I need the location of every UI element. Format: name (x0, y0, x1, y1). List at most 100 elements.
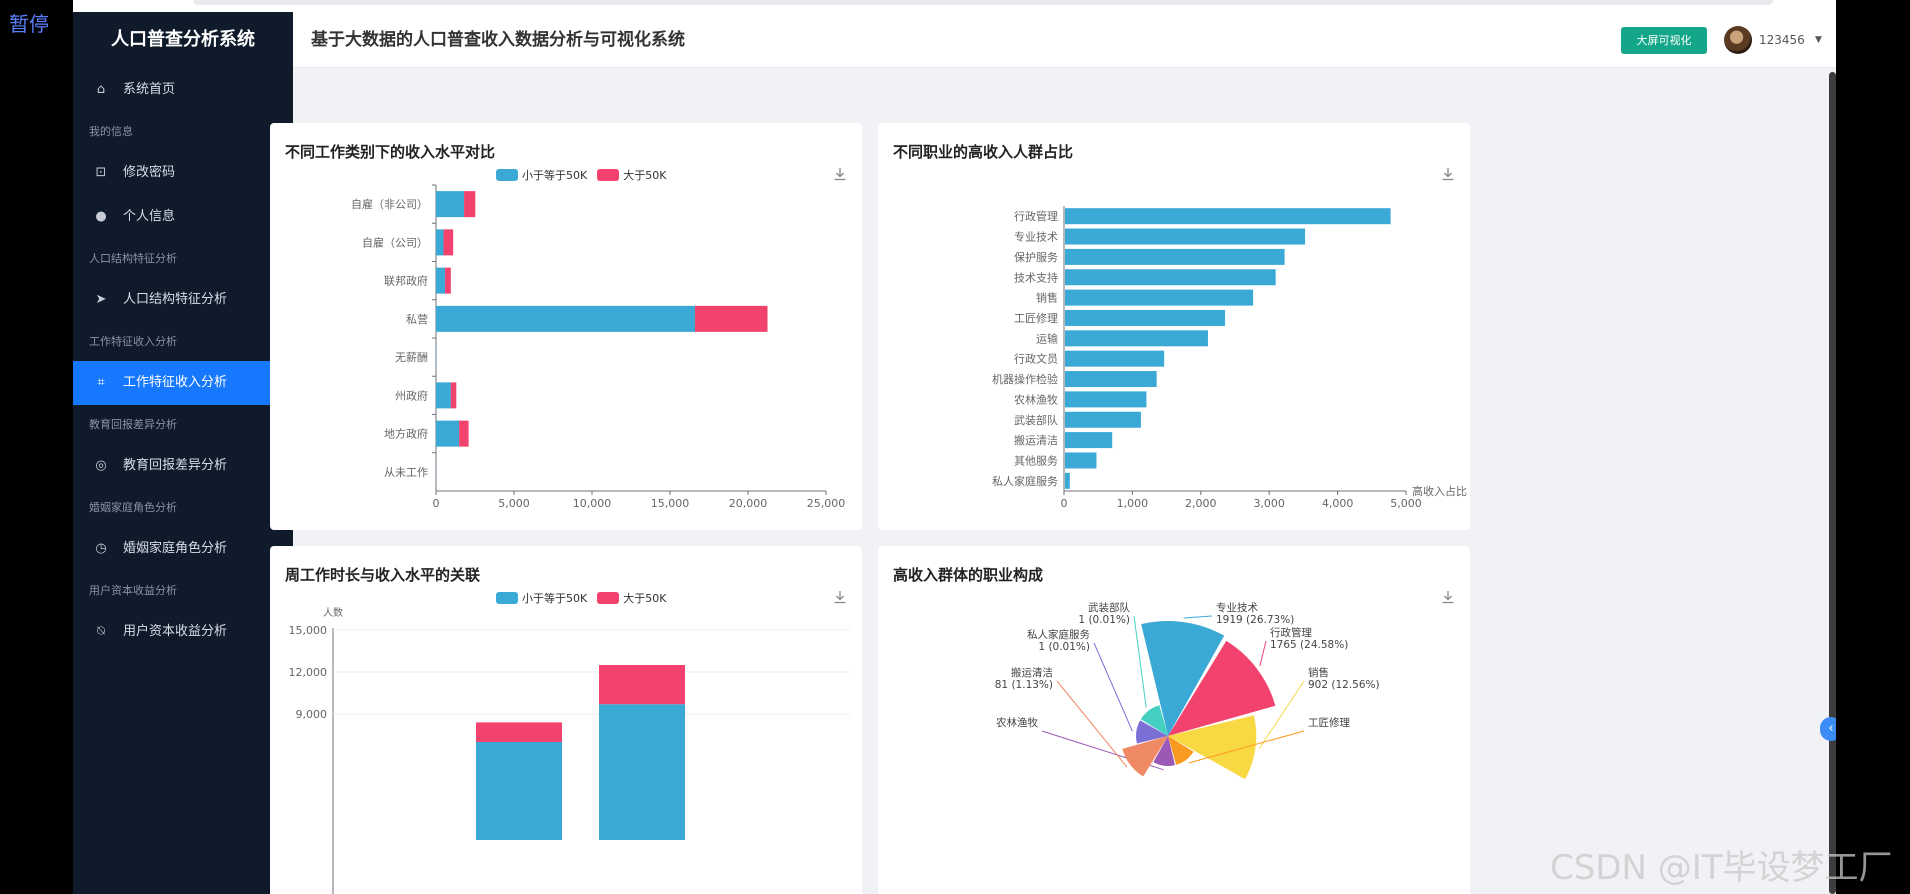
bar (1065, 208, 1391, 225)
sidebar-item[interactable]: ➤ 人口结构特征分析 (73, 278, 293, 322)
label-leader (1188, 730, 1305, 764)
chart-title: 周工作时长与收入水平的关联 (285, 566, 481, 584)
y-tick-label: 销售 (1036, 291, 1058, 305)
slice-label: 农林渔牧 (996, 716, 1038, 729)
username[interactable]: 123456 (1759, 12, 1805, 68)
sidebar-item-label: 教育回报差异分析 (123, 458, 228, 473)
legend-item-low[interactable]: 小于等于50K (496, 167, 587, 183)
chart-title: 高收入群体的职业构成 (893, 566, 1044, 584)
download-icon[interactable] (832, 166, 848, 182)
chart-card-high-income-occupations: 高收入群体的职业构成 专业技术 1919 (26.73%) 行政管理 1765 (24… (878, 546, 1470, 894)
sidebar-item[interactable]: ◎ 教育回报差异分析 (73, 444, 293, 488)
x-tick-label: 5,000 (1390, 497, 1422, 510)
scrollbar[interactable] (1829, 72, 1836, 894)
y-tick-label: 州政府 (395, 388, 428, 402)
slice-label: 81 (1.13%) (995, 679, 1053, 691)
bar-segment (464, 191, 476, 218)
slice-label: 销售 (1308, 666, 1329, 679)
sidebar-item[interactable]: ◷ 婚姻家庭角色分析 (73, 527, 293, 571)
y-tick-label: 地方政府 (384, 427, 428, 441)
y-tick-label: 从未工作 (384, 466, 428, 479)
address-bar[interactable] (193, 0, 1773, 5)
chart-title: 不同工作类别下的收入水平对比 (285, 143, 496, 161)
slice-label: 902 (12.56%) (1308, 679, 1380, 691)
download-icon[interactable] (1440, 166, 1456, 182)
legend-item-low[interactable]: 小于等于50K (496, 590, 587, 606)
menu-group-label: 教育回报差异分析 (89, 418, 177, 431)
x-tick-label: 15,000 (651, 497, 690, 510)
browser-strip (73, 0, 1836, 12)
y-tick-label: 工匠修理 (1014, 311, 1058, 325)
bar (1065, 371, 1157, 388)
bar (1065, 330, 1208, 347)
slice-label: 1765 (24.58%) (1270, 639, 1348, 651)
bar-segment (694, 305, 768, 332)
pie-slice (1136, 720, 1168, 744)
bar (1065, 350, 1165, 367)
y-tick-label: 自雇（公司） (362, 235, 428, 249)
chart-legend: 小于等于50K 大于50K (496, 590, 666, 606)
legend-item-high[interactable]: 大于50K (597, 167, 666, 183)
bar-segment (450, 382, 457, 409)
slice-label: 工匠修理 (1308, 716, 1350, 729)
sidebar-item[interactable]: ⊡ 修改密码 (73, 151, 293, 195)
chevron-down-icon[interactable]: ▼ (1815, 12, 1822, 68)
y-tick-label: 联邦政府 (384, 274, 428, 288)
chart-card-work-hours: 周工作时长与收入水平的关联 小于等于50K 大于50K 人数 9,000 12,00… (270, 546, 862, 894)
pie-slice (1141, 621, 1225, 736)
y-tick-label: 无薪酬 (395, 351, 428, 364)
crop-icon: ⌗ (97, 375, 105, 390)
x-tick-label: 3,000 (1253, 497, 1285, 510)
label-leader (1259, 680, 1305, 749)
app-title: 人口普查分析系统 (111, 29, 255, 50)
bar-segment (476, 722, 562, 742)
legend-label: 大于50K (623, 169, 667, 182)
y-tick-label: 9,000 (296, 708, 328, 721)
label-leader (1041, 730, 1164, 771)
sidebar-item[interactable]: ⌗ 工作特征收入分析 (73, 361, 293, 405)
legend-item-high[interactable]: 大于50K (597, 590, 666, 606)
slice-label: 1 (0.01%) (1038, 641, 1090, 653)
y-tick-label: 自雇（非公司） (351, 197, 428, 211)
sidebar-item-label: 系统首页 (123, 82, 176, 97)
avatar[interactable] (1724, 26, 1752, 54)
pause-label[interactable]: 暂停 (9, 8, 49, 37)
legend-label: 小于等于50K (522, 592, 588, 605)
y-tick-label: 保护服务 (1014, 250, 1058, 264)
big-screen-button[interactable]: 大屏可视化 (1621, 27, 1707, 54)
y-tick-label: 专业技术 (1014, 230, 1058, 244)
label-leader (1093, 642, 1133, 732)
slice-label: 私人家庭服务 (1027, 628, 1090, 641)
sidebar-item[interactable]: ● 个人信息 (73, 195, 293, 239)
watermark: CSDN @IT毕设梦工厂 (1550, 848, 1893, 888)
chart-work-class: 0 5,000 10,000 15,000 20,000 25,000 自雇（非公司） 自雇（… (351, 184, 846, 510)
bar-segment (476, 742, 562, 840)
chart-high-income-occupations: 专业技术1919 (26.73%)行政管理1765 (24.58%) 销售902 … (995, 601, 1380, 780)
user-icon: ● (95, 209, 107, 224)
sidebar-item[interactable]: ⌂ 系统首页 (73, 68, 293, 112)
download-icon[interactable] (1440, 589, 1456, 605)
sidebar-item[interactable]: ⍉ 用户资本收益分析 (73, 610, 293, 654)
bar (1065, 228, 1306, 245)
x-tick-label: 0 (433, 497, 440, 510)
menu-group-label: 工作特征收入分析 (89, 335, 177, 348)
y-tick-label: 15,000 (289, 624, 328, 637)
x-tick-label: 4,000 (1322, 497, 1354, 510)
slice-label: 1919 (26.73%) (1216, 614, 1294, 626)
menu-group-label: 用户资本收益分析 (89, 584, 177, 597)
sidebar-item-label: 个人信息 (123, 209, 176, 224)
chart-title: 不同职业的高收入人群占比 (893, 143, 1074, 161)
send-icon: ➤ (95, 292, 107, 307)
chart-occupation-ratio: 高收入占比 0 1,000 2,000 3,000 4,000 5,000 行政管理专业技术保… (992, 206, 1467, 510)
chevron-left-icon[interactable]: ‹ (1820, 717, 1836, 741)
pie-slice (1122, 736, 1168, 777)
bar (1065, 289, 1254, 306)
legend-label: 大于50K (623, 592, 667, 605)
bar (1065, 411, 1141, 428)
pie-slice (1168, 715, 1257, 780)
x-tick-label: 25,000 (807, 497, 846, 510)
label-leader (1056, 680, 1128, 768)
legend-label: 小于等于50K (522, 169, 588, 182)
download-icon[interactable] (832, 589, 848, 605)
label-leader (1259, 640, 1267, 667)
